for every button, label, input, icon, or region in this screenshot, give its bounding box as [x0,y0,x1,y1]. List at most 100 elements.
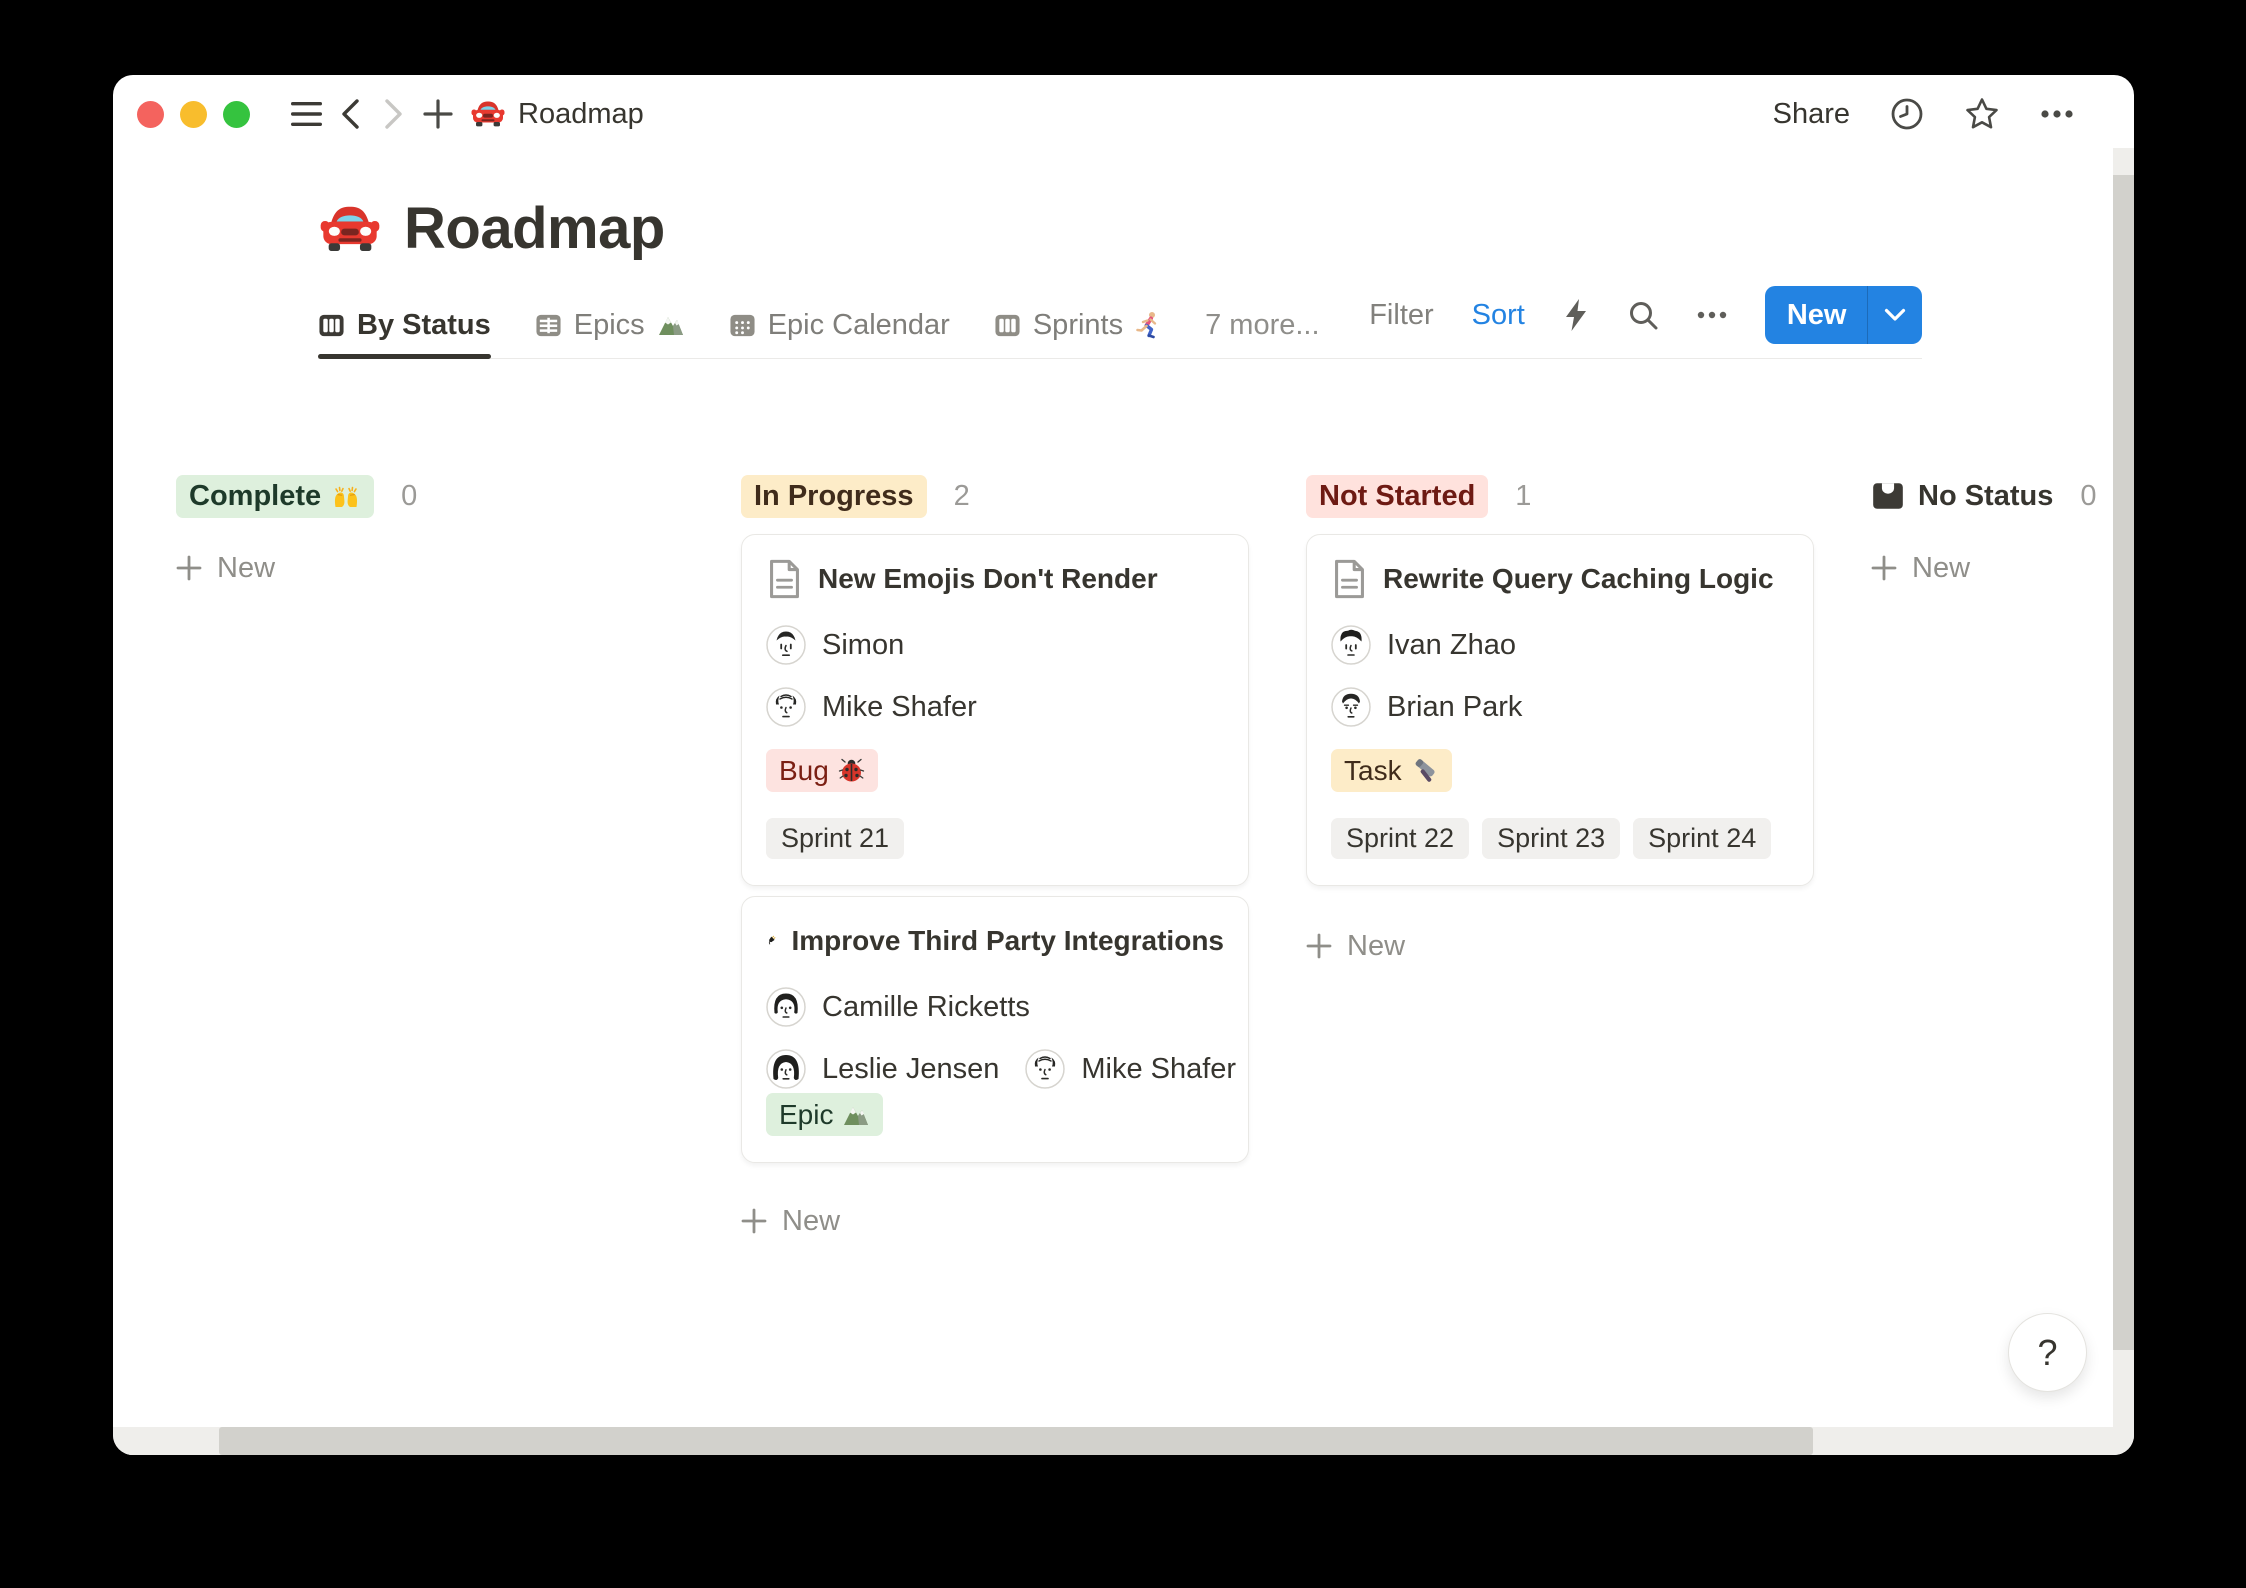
vertical-scrollbar-thumb[interactable] [2113,175,2134,1350]
status-badge-in-progress[interactable]: In Progress [741,475,927,518]
red-car-emoji [470,96,506,132]
chip-sprint: Sprint 22 [1331,818,1469,859]
new-button[interactable]: New [1765,286,1867,344]
person-name: Mike Shafer [822,691,977,724]
chevron-right-icon [383,98,405,130]
person-row: Simon [766,625,1224,665]
tag-row: Bug [766,749,1224,792]
help-label: ? [2037,1332,2057,1374]
tag-bug: Bug [766,749,878,792]
board-icon [318,312,345,339]
card-improve-third-party-integrations[interactable]: Improve Third Party Integrations Camille… [741,896,1249,1163]
add-card-button[interactable]: New [1871,546,2134,590]
search-icon[interactable] [1627,299,1659,331]
view-bar: By Status Epics [318,292,1922,359]
plus-icon [1871,555,1897,581]
tab-epic-calendar[interactable]: Epic Calendar [729,292,950,358]
tab-label: Sprints [1033,309,1123,342]
person-name: Simon [822,629,904,662]
person-row: Ivan Zhao [1331,625,1789,665]
card-title: Rewrite Query Caching Logic [1383,559,1774,599]
table-icon [535,312,562,339]
board-icon [994,312,1021,339]
horizontal-scrollbar-thumb[interactable] [219,1427,1813,1455]
automation-bolt-icon[interactable] [1563,298,1589,332]
new-button-group: New [1765,286,1922,344]
card-title: Improve Third Party Integrations [791,921,1224,961]
view-controls: Filter Sort New [1369,282,1922,358]
page-icon [766,559,803,599]
share-button[interactable]: Share [1773,98,1850,131]
tag-label: Epic [779,1099,833,1131]
avatar-ivan [1331,625,1371,665]
status-label: In Progress [754,480,914,513]
card-title: New Emojis Don't Render [818,559,1158,599]
add-card-button[interactable]: New [176,546,684,590]
more-tabs-button[interactable]: 7 more... [1205,309,1319,342]
column-not-started: Not Started 1 Rewrite Query Caching Logi… [1306,474,1814,968]
view-options-icon[interactable] [1697,311,1727,319]
view-tabs: By Status Epics [318,292,1320,358]
tab-sprints[interactable]: Sprints [994,292,1161,358]
tab-by-status[interactable]: By Status [318,292,491,358]
inbox-icon [1871,480,1905,512]
mountain-emoji [842,1101,870,1129]
add-card-button[interactable]: New [741,1199,1249,1243]
plus-icon [176,555,202,581]
add-card-button[interactable]: New [1306,924,1814,968]
column-header: Not Started 1 [1306,474,1814,518]
avatar-mike [1025,1049,1065,1089]
person-row: Leslie Jensen Mike Shafer [766,1049,1224,1089]
page-title: Roadmap [404,195,665,262]
person-row: Camille Ricketts [766,987,1224,1027]
status-label: Not Started [1319,480,1475,513]
page-header: Roadmap [318,195,2134,262]
help-button[interactable]: ? [2008,1313,2087,1392]
plus-icon [423,99,453,129]
status-label: No Status [1918,480,2053,513]
breadcrumb[interactable]: Roadmap [470,96,644,132]
chevron-down-icon [1884,308,1906,322]
plug-emoji [766,921,776,959]
close-button[interactable] [137,101,164,128]
topbar-actions: Share [1773,96,2074,132]
column-header: Complete 0 [176,474,684,518]
person-name: Camille Ricketts [822,991,1030,1024]
status-badge-complete[interactable]: Complete [176,475,374,518]
tag-label: Bug [779,755,829,787]
avatar-simon [766,625,806,665]
favorite-star-icon[interactable] [1964,96,2000,132]
tab-epics[interactable]: Epics [535,292,685,358]
add-card-label: New [782,1205,840,1238]
card-rewrite-query-caching-logic[interactable]: Rewrite Query Caching Logic Ivan Zhao [1306,534,1814,886]
tab-label: Epic Calendar [768,309,950,342]
column-count: 0 [401,480,417,513]
runner-emoji [1135,311,1161,339]
sort-button[interactable]: Sort [1472,299,1525,332]
chip-sprint: Sprint 23 [1482,818,1620,859]
filter-button[interactable]: Filter [1369,299,1433,332]
minimize-button[interactable] [180,101,207,128]
status-no-status[interactable]: No Status [1871,480,2053,513]
breadcrumb-title: Roadmap [518,98,644,131]
tag-label: Task [1344,755,1402,787]
zoom-button[interactable] [223,101,250,128]
avatar-camille [766,987,806,1027]
new-dropdown-button[interactable] [1868,286,1922,344]
column-no-status: No Status 0 New [1871,474,2134,590]
raised-hands-emoji [331,481,361,511]
card-new-emojis-dont-render[interactable]: New Emojis Don't Render Simon [741,534,1249,886]
chevron-left-icon [339,98,361,130]
column-complete: Complete 0 New [176,474,684,590]
forward-button[interactable] [372,92,416,136]
person-row: Mike Shafer [766,687,1224,727]
updates-clock-icon[interactable] [1890,97,1924,131]
status-badge-not-started[interactable]: Not Started [1306,475,1488,518]
new-tab-button[interactable] [416,92,460,136]
sidebar-menu-button[interactable] [284,92,328,136]
back-button[interactable] [328,92,372,136]
more-options-icon[interactable] [2040,109,2074,119]
column-header: In Progress 2 [741,474,1249,518]
add-card-label: New [217,552,275,585]
column-count: 1 [1515,480,1531,513]
